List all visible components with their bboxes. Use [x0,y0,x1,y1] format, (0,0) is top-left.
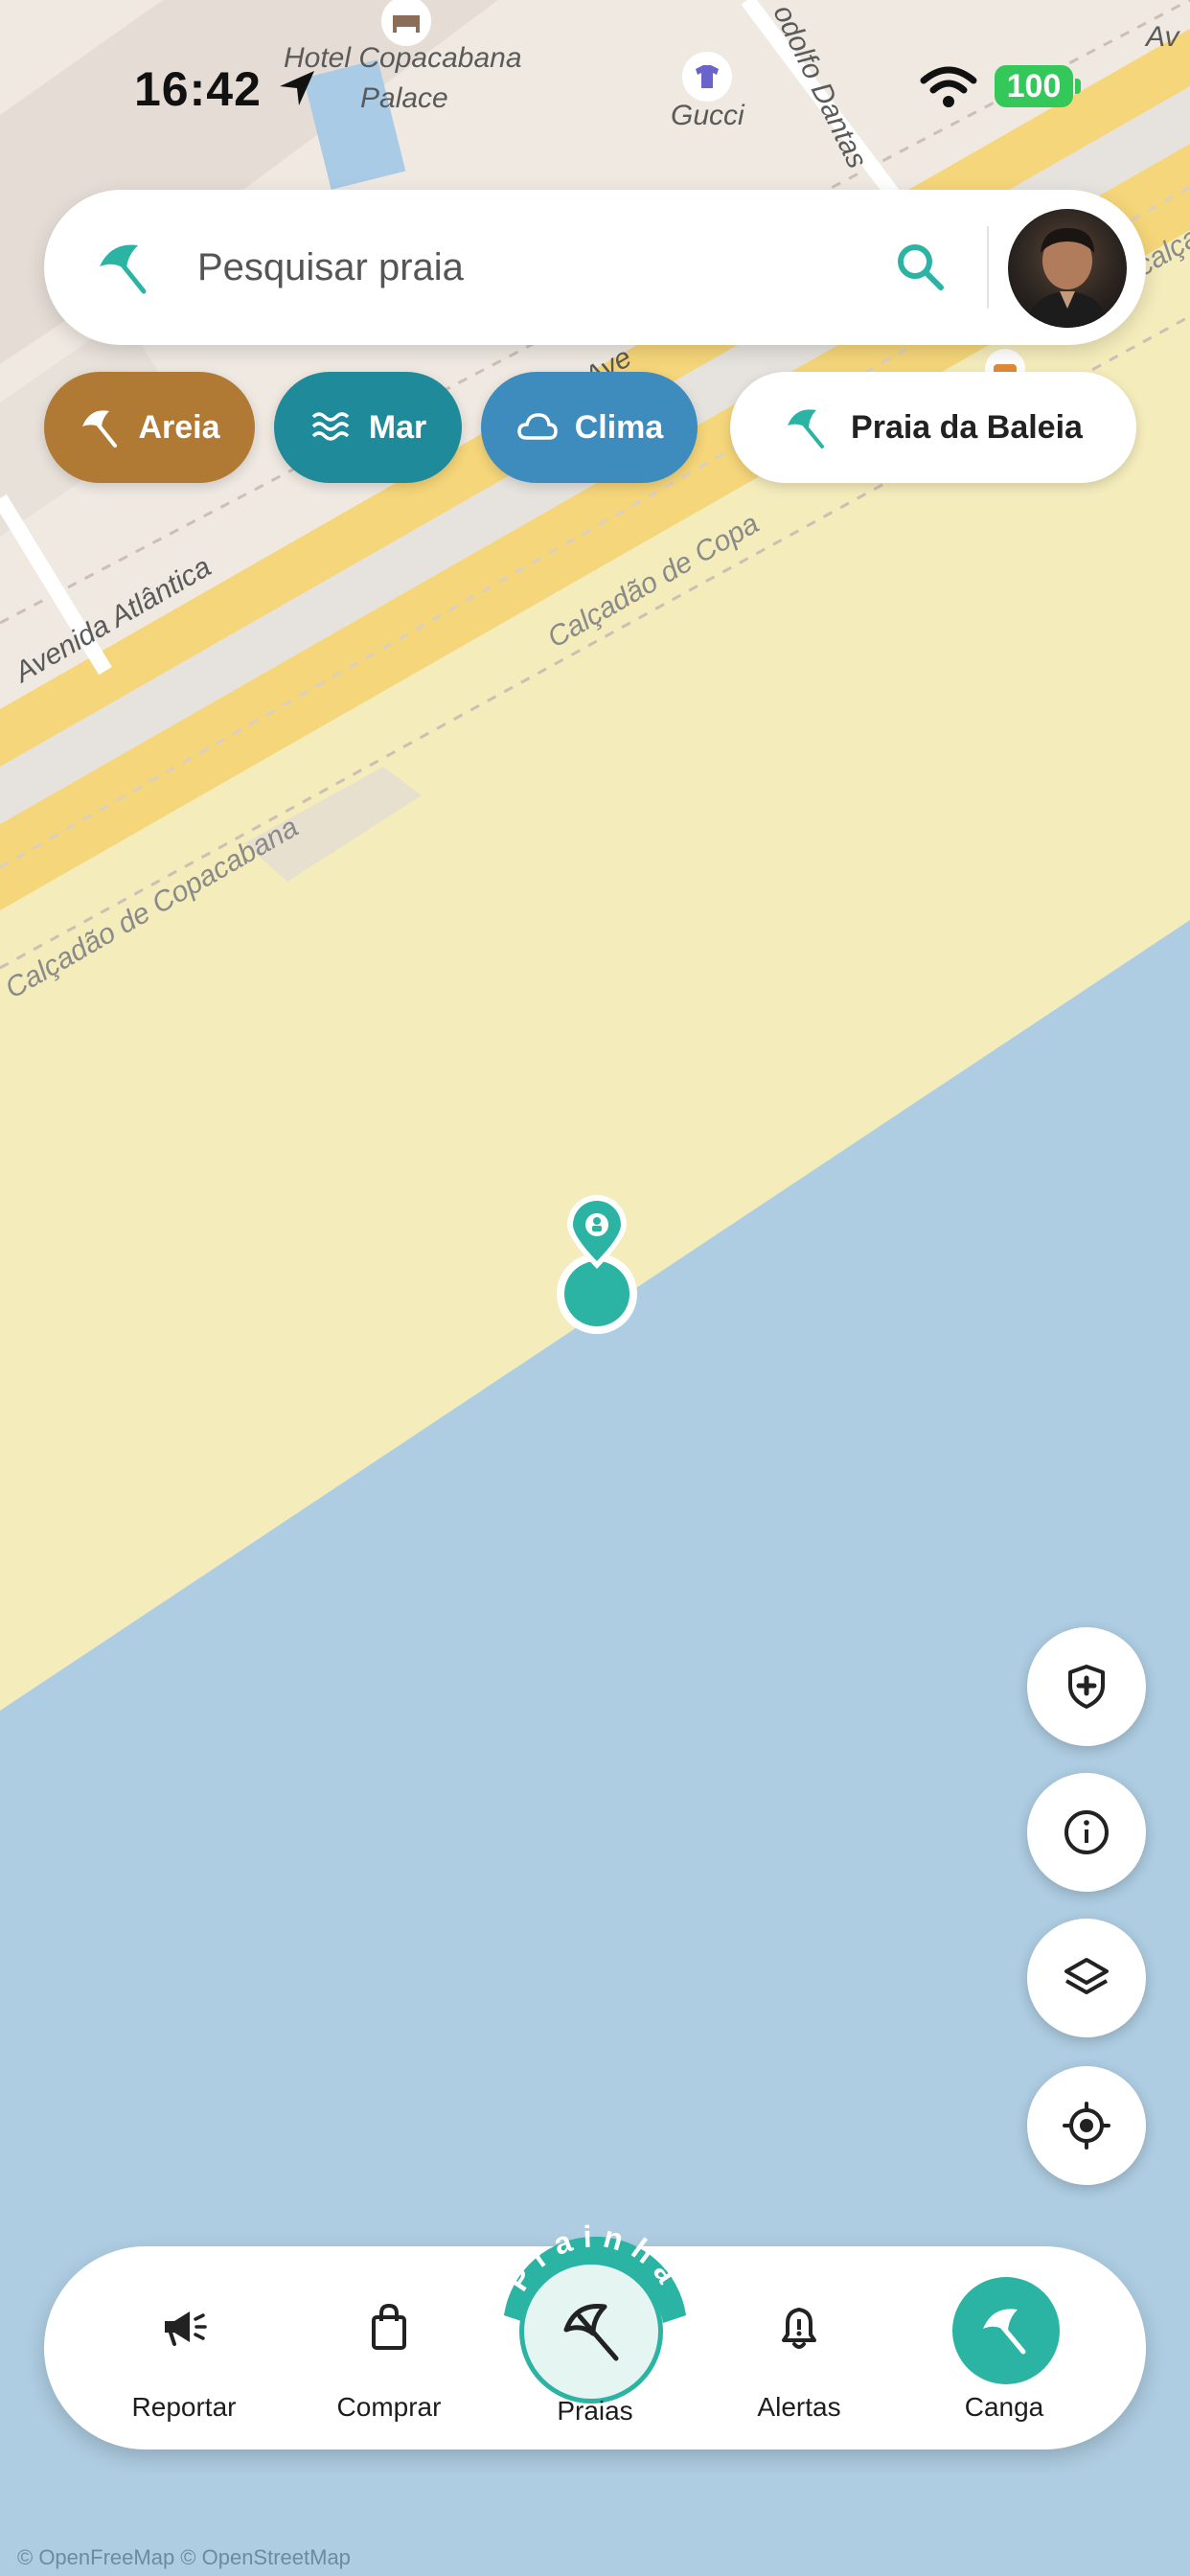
nav-comprar-label: Comprar [336,2392,442,2422]
chip-selected-beach-label: Praia da Baleia [851,408,1083,446]
wifi-icon [920,66,977,107]
cloud-icon [516,413,558,440]
chip-selected-beach[interactable]: Praia da Baleia [730,372,1136,483]
nav-alertas-label: Alertas [757,2392,841,2422]
waves-icon [311,412,350,441]
umbrella-icon [983,2309,1026,2355]
map-label-av: Av [1146,21,1179,53]
layers-button[interactable] [1027,1919,1146,2037]
shopping-bag-icon [372,2303,406,2350]
battery-indicator: 100 [995,65,1073,107]
safety-button[interactable] [1027,1627,1146,1746]
nav-praias-label: Praias [557,2396,633,2426]
umbrella-icon [82,410,118,448]
praias-ring [519,2260,663,2404]
search-icon[interactable] [893,240,947,293]
search-divider [987,226,989,309]
chip-clima[interactable]: Clima [481,372,698,483]
nav-reportar-label: Reportar [131,2392,237,2422]
status-bar: 16:42 100 [0,54,1190,121]
umbrella-icon [100,244,147,294]
chip-areia[interactable]: Areia [44,372,255,483]
shield-plus-icon [1068,1665,1105,1709]
map-attribution[interactable]: © OpenFreeMap © OpenStreetMap [17,2545,351,2570]
chip-mar[interactable]: Mar [274,372,462,483]
chip-areia-label: Areia [138,408,220,446]
map-pin[interactable] [554,1192,640,1338]
battery-nub [1075,79,1081,94]
info-icon [1064,1810,1109,1854]
nav-praias[interactable]: Prainha Praias [475,2208,715,2426]
megaphone-icon [165,2312,207,2346]
nav-canga[interactable]: Canga [908,2246,1100,2450]
search-bar [44,190,1146,345]
nav-alertas[interactable]: Alertas [703,2246,895,2450]
canga-circle [952,2277,1060,2384]
chip-clima-label: Clima [574,408,664,446]
chip-mar-label: Mar [368,408,427,446]
info-button[interactable] [1027,1773,1146,1892]
umbrella-icon [563,2304,619,2361]
avatar-portrait-icon [1025,228,1110,328]
nav-canga-label: Canga [964,2392,1044,2422]
status-time: 16:42 [134,62,262,116]
locate-icon [1063,2102,1110,2150]
nav-comprar[interactable]: Comprar [293,2246,485,2450]
bell-alert-icon [782,2308,816,2349]
nav-reportar[interactable]: Reportar [88,2246,280,2450]
layers-icon [1064,1958,1109,1994]
umbrella-icon [788,409,825,448]
locate-button[interactable] [1027,2066,1146,2185]
hotel-icon[interactable] [379,0,433,48]
avatar[interactable] [1008,209,1127,328]
search-input[interactable] [195,228,908,307]
location-arrow-icon [280,71,314,105]
